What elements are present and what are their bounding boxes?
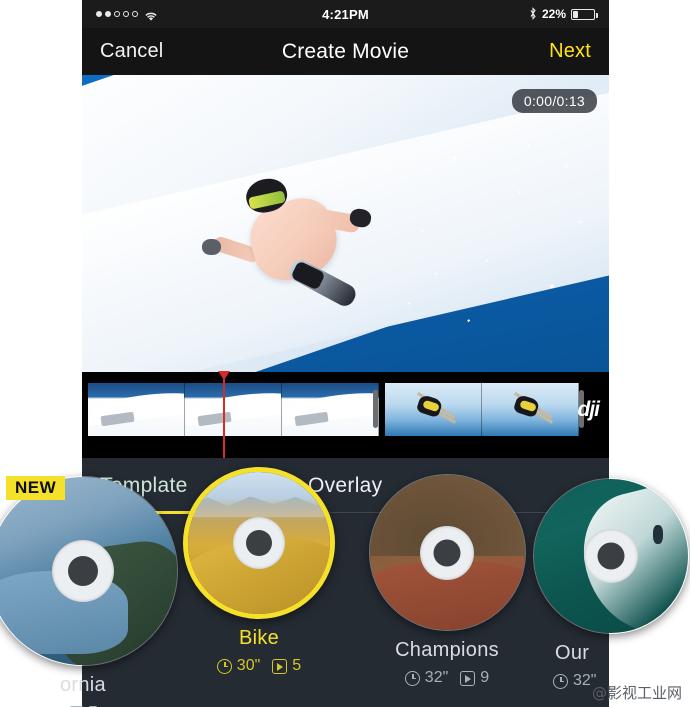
signal-strength-icon [96, 11, 138, 17]
preview-snowboarder [202, 174, 373, 313]
clip-count-label: 9 [480, 669, 490, 686]
duration-label: 30" [236, 657, 261, 674]
disc-hub-center [68, 556, 98, 586]
clip-timeline[interactable]: dji [82, 371, 609, 468]
template-title: Bike [238, 627, 280, 649]
meta-duration: 32" [404, 669, 449, 687]
timeline-thumbnail[interactable] [88, 383, 185, 436]
status-bar-right: 22% [529, 6, 598, 22]
timeline-handle[interactable] [373, 390, 378, 428]
play-icon [272, 658, 288, 674]
meta-clip-count: 5 [272, 657, 301, 675]
meta-clip-count: 9 [460, 669, 489, 687]
duration-label: 32" [424, 669, 449, 686]
play-icon [460, 670, 476, 686]
cancel-button[interactable]: Cancel [100, 40, 163, 63]
battery-icon [571, 8, 598, 20]
disc-hub-center [597, 542, 625, 570]
carousel-item-bike[interactable]: Bike 30" 5 [164, 467, 354, 675]
timeline-thumbnail[interactable] [482, 383, 579, 436]
playhead-top-marker-icon [218, 371, 230, 380]
status-bar: 4:21PM 22% [82, 0, 609, 28]
wifi-icon [144, 9, 158, 21]
disc-hub-center [246, 530, 272, 556]
next-button[interactable]: Next [549, 40, 591, 63]
template-title: Champions [395, 639, 499, 661]
template-carousel[interactable]: ornia 7 Bike 30" [0, 458, 690, 707]
status-bar-left [96, 9, 158, 21]
timeline-playhead[interactable] [218, 371, 230, 468]
template-title: Our [555, 642, 590, 664]
playback-time-badge: 0:00/0:13 [511, 89, 597, 113]
meta-duration: 30" [216, 657, 261, 675]
template-disc-selected[interactable] [183, 467, 335, 619]
carousel-item-our[interactable]: Our 32" [533, 478, 690, 690]
clock-icon [404, 670, 420, 686]
dji-logo: dji [577, 398, 600, 421]
battery-percent-label: 22% [541, 7, 566, 21]
timeline-thumbnail[interactable] [185, 383, 282, 436]
screenshot-root: 4:21PM 22% Cancel Create Movie Next 0:00… [0, 0, 690, 707]
timeline-clip-group[interactable] [385, 383, 579, 436]
preview-snow-flakes [366, 128, 599, 343]
new-badge: NEW [6, 476, 66, 500]
timeline-thumbnail[interactable] [385, 383, 482, 436]
template-disc[interactable] [368, 474, 526, 631]
template-title: ornia [60, 674, 106, 696]
carousel-item-champions[interactable]: Champions 32" 9 [347, 474, 547, 687]
template-disc[interactable] [533, 478, 689, 634]
video-preview[interactable]: 0:00/0:13 [82, 75, 609, 372]
timeline-clip-group[interactable] [88, 383, 379, 436]
navigation-bar: Cancel Create Movie Next [82, 28, 609, 75]
disc-hub-center [433, 539, 461, 566]
bluetooth-icon [529, 6, 537, 22]
template-meta: 32" 9 [347, 669, 547, 687]
timeline-thumbnail[interactable] [282, 383, 379, 436]
template-disc[interactable] [0, 476, 178, 666]
template-meta: 30" 5 [164, 657, 354, 675]
carousel-item-california[interactable]: ornia 7 [0, 476, 188, 707]
clock-icon [216, 658, 232, 674]
watermark: @影视工业网 [591, 684, 682, 702]
clip-count-label: 5 [292, 657, 302, 674]
clock-icon [553, 673, 568, 689]
meta-duration: 32" [553, 672, 596, 690]
